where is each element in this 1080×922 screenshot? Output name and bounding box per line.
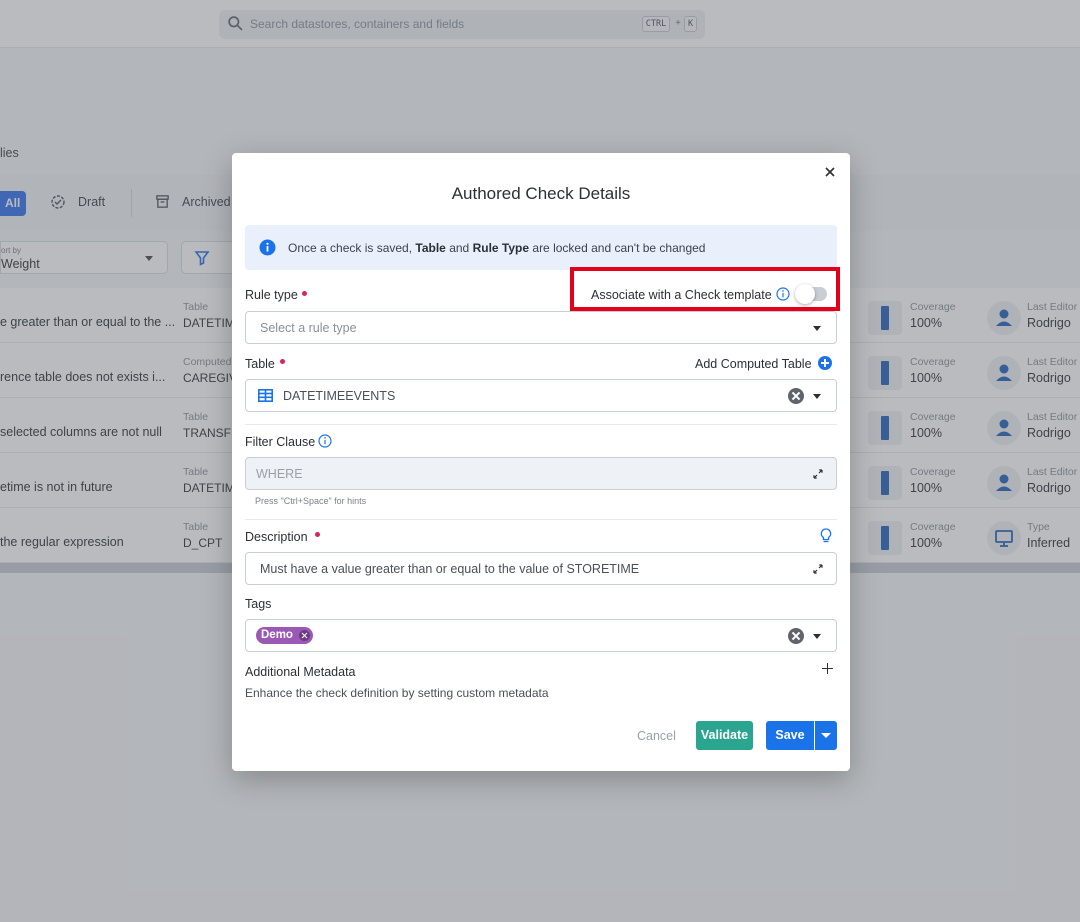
- clear-icon[interactable]: [788, 388, 804, 404]
- description-input[interactable]: Must have a value greater than or equal …: [245, 552, 837, 585]
- required-indicator: [302, 291, 307, 296]
- chevron-down-icon: [813, 394, 821, 399]
- close-icon[interactable]: [823, 165, 837, 179]
- tags-select[interactable]: Demo: [245, 619, 837, 652]
- required-indicator: [315, 532, 320, 537]
- chevron-down-icon: [813, 326, 821, 331]
- info-rule-type: Rule Type: [472, 241, 530, 255]
- info-banner: Once a check is saved, Table and Rule Ty…: [245, 225, 837, 270]
- info-and: and: [449, 241, 470, 255]
- info-suffix: are locked and can't be changed: [532, 241, 706, 255]
- toggle-knob: [795, 284, 815, 304]
- chevron-down-icon: [821, 733, 831, 738]
- save-button[interactable]: Save: [766, 721, 814, 750]
- additional-metadata-label: Additional Metadata: [245, 665, 356, 679]
- filter-hint: Press "Ctrl+Space" for hints: [255, 496, 367, 506]
- filter-placeholder: WHERE: [256, 467, 303, 481]
- add-computed-table-link[interactable]: Add Computed Table: [695, 357, 812, 371]
- table-select[interactable]: DATETIMEEVENTS: [245, 379, 837, 412]
- cancel-button[interactable]: Cancel: [637, 729, 676, 743]
- authored-check-dialog: Authored Check Details Once a check is s…: [232, 153, 850, 771]
- dialog-title: Authored Check Details: [451, 184, 631, 203]
- filter-clause-label: Filter Clause: [245, 435, 316, 449]
- expand-icon[interactable]: [813, 564, 823, 574]
- required-indicator: [280, 359, 285, 364]
- add-metadata-icon[interactable]: [822, 663, 833, 674]
- filter-clause-input[interactable]: WHERE: [245, 457, 837, 490]
- tags-label: Tags: [245, 597, 272, 611]
- info-icon[interactable]: [776, 287, 790, 301]
- table-value: DATETIMEEVENTS: [283, 389, 396, 403]
- tag-chip[interactable]: Demo: [256, 627, 313, 644]
- expand-icon[interactable]: [813, 469, 823, 479]
- table-icon: [258, 389, 273, 402]
- rule-type-select[interactable]: Select a rule type: [245, 311, 837, 344]
- lightbulb-icon[interactable]: [820, 528, 832, 544]
- rule-type-placeholder: Select a rule type: [260, 321, 357, 335]
- info-table: Table: [415, 241, 446, 255]
- save-options-button[interactable]: [815, 721, 837, 750]
- tag-label: Demo: [261, 629, 293, 641]
- info-icon: [259, 239, 276, 256]
- clear-icon[interactable]: [788, 628, 804, 644]
- additional-metadata-description: Enhance the check definition by setting …: [245, 686, 549, 700]
- description-label: Description: [245, 530, 308, 544]
- rule-type-label: Rule type: [245, 288, 298, 302]
- remove-tag-icon[interactable]: [298, 630, 310, 641]
- chevron-down-icon: [813, 634, 821, 639]
- add-circle-icon[interactable]: [818, 356, 832, 370]
- validate-button[interactable]: Validate: [696, 721, 753, 750]
- associate-template-label: Associate with a Check template: [591, 288, 772, 302]
- info-prefix: Once a check is saved,: [288, 241, 413, 255]
- info-text: Once a check is saved, Table and Rule Ty…: [288, 241, 705, 255]
- info-icon[interactable]: [318, 434, 332, 448]
- section-divider: [245, 424, 837, 425]
- section-divider: [245, 519, 837, 520]
- associate-template-toggle[interactable]: [795, 284, 827, 304]
- description-value: Must have a value greater than or equal …: [260, 562, 640, 576]
- table-label: Table: [245, 357, 275, 371]
